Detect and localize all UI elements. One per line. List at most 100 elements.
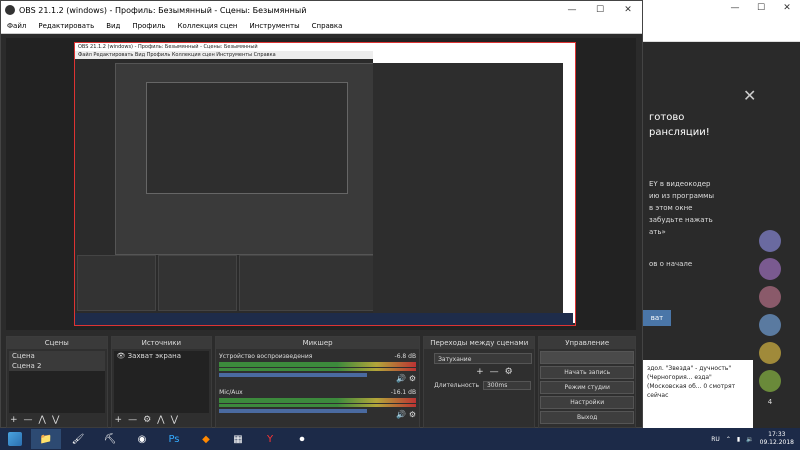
text-line: забудьте нажать: [649, 216, 713, 224]
mixer-dock: Микшер Устройство воспроизведения -6.8 d…: [215, 336, 421, 428]
clock-date: 09.12.2018: [759, 439, 794, 446]
windows-taskbar: 📁 🖌 ⛏ ◉ Ps ◆ ▦ Y ⏺ RU ⌃ ▮ 🔉 17:33 09.12.…: [0, 428, 800, 450]
scene-item[interactable]: Сцена: [9, 351, 105, 361]
menu-scene-collection[interactable]: Коллекция сцен: [172, 22, 244, 30]
obs-logo-icon: [5, 5, 15, 15]
game-icon[interactable]: ▦: [223, 429, 253, 449]
move-down-icon[interactable]: ⋁: [52, 415, 59, 425]
mixer-channel-desktop: Устройство воспроизведения -6.8 dB 🔊 ⚙: [219, 353, 417, 383]
eye-icon[interactable]: 👁: [117, 352, 126, 360]
obs-icon[interactable]: ⏺: [287, 429, 317, 449]
remove-transition-button[interactable]: —: [490, 367, 499, 377]
duration-row: Длительность 300ms: [434, 381, 531, 390]
menu-profile[interactable]: Профиль: [126, 22, 171, 30]
explorer-icon[interactable]: 📁: [31, 429, 61, 449]
speaker-icon[interactable]: 🔊: [396, 374, 406, 383]
avatar[interactable]: [759, 230, 781, 252]
sources-header: Источники: [111, 337, 212, 349]
menu-file[interactable]: Файл: [1, 22, 32, 30]
language-indicator[interactable]: RU: [711, 436, 720, 443]
duration-input[interactable]: 300ms: [482, 381, 531, 390]
gear-icon[interactable]: ⚙: [505, 367, 513, 377]
preview-area[interactable]: OBS 21.1.2 (windows) - Профиль: Безымянн…: [6, 38, 636, 330]
yandex-browser-icon[interactable]: Y: [255, 429, 285, 449]
avatar[interactable]: [759, 286, 781, 308]
speaker-icon[interactable]: 🔊: [396, 410, 406, 419]
volume-slider[interactable]: [219, 373, 367, 377]
screen-capture-source[interactable]: OBS 21.1.2 (windows) - Профиль: Безымянн…: [74, 42, 576, 326]
paint-icon[interactable]: 🖌: [63, 429, 93, 449]
menu-help[interactable]: Справка: [306, 22, 349, 30]
channel-name: Устройство воспроизведения: [219, 353, 313, 360]
start-recording-button[interactable]: Начать запись: [540, 366, 635, 379]
heading-line: готово: [649, 112, 685, 123]
minecraft-icon[interactable]: ⛏: [95, 429, 125, 449]
menu-view[interactable]: Вид: [100, 22, 126, 30]
close-icon[interactable]: ✕: [743, 86, 756, 105]
scenes-list: Сцена Сцена 2: [9, 351, 105, 413]
nested-dock-sources: [157, 255, 237, 311]
channel-db: -6.8 dB: [394, 353, 417, 360]
minimize-button[interactable]: —: [722, 3, 748, 13]
window-title: OBS 21.1.2 (windows) - Профиль: Безымянн…: [19, 5, 307, 15]
avatar[interactable]: [759, 314, 781, 336]
add-scene-button[interactable]: +: [10, 415, 18, 425]
dock-panels: Сцены Сцена Сцена 2 + — ⋀ ⋁ Источники 👁 …: [6, 336, 636, 428]
gear-icon[interactable]: ⚙: [409, 410, 416, 419]
scenes-header: Сцены: [7, 337, 107, 349]
avatar[interactable]: [759, 370, 781, 392]
avatar[interactable]: [759, 342, 781, 364]
gear-icon[interactable]: ⚙: [409, 374, 416, 383]
source-item[interactable]: 👁 Захват экрана: [114, 351, 210, 361]
avatar-list: 4: [756, 230, 784, 406]
menu-edit[interactable]: Редактировать: [32, 22, 100, 30]
heading-line: рансляции!: [649, 127, 710, 138]
transition-toolbar: + — ⚙: [476, 367, 513, 377]
menu-tools[interactable]: Инструменты: [244, 22, 306, 30]
studio-mode-button[interactable]: Режим студии: [540, 381, 635, 394]
maximize-button[interactable]: ☐: [748, 3, 774, 13]
volume-icon[interactable]: 🔉: [746, 436, 753, 443]
photoshop-icon[interactable]: Ps: [159, 429, 189, 449]
volume-slider[interactable]: [219, 409, 367, 413]
move-down-icon[interactable]: ⋁: [171, 415, 178, 425]
network-icon[interactable]: ▮: [737, 436, 740, 443]
add-transition-button[interactable]: +: [476, 367, 484, 377]
maximize-button[interactable]: ☐: [586, 5, 614, 15]
scenes-toolbar: + — ⋀ ⋁: [10, 414, 59, 426]
mixer-channel-mic: Mic/Aux -16.1 dB 🔊 ⚙: [219, 389, 417, 419]
minimize-button[interactable]: —: [558, 5, 586, 15]
app-orange-icon[interactable]: ◆: [191, 429, 221, 449]
source-label: Захват экрана: [127, 352, 181, 360]
avatar[interactable]: [759, 258, 781, 280]
start-button[interactable]: [0, 428, 30, 450]
scene-item[interactable]: Сцена 2: [9, 361, 105, 371]
text-line: ать»: [649, 228, 666, 236]
remove-source-button[interactable]: —: [128, 415, 137, 425]
nested-dock-scenes: [77, 255, 156, 311]
add-source-button[interactable]: +: [115, 415, 123, 425]
avatar-count-badge: 4: [767, 398, 773, 406]
scenes-dock: Сцены Сцена Сцена 2 + — ⋀ ⋁: [6, 336, 108, 428]
controls-header: Управление: [539, 337, 635, 349]
gear-icon[interactable]: ⚙: [143, 415, 151, 425]
stream-button[interactable]: [540, 351, 635, 364]
move-up-icon[interactable]: ⋀: [157, 415, 164, 425]
transition-select[interactable]: Затухание: [434, 353, 533, 364]
app-icon[interactable]: ◉: [127, 429, 157, 449]
close-button[interactable]: ✕: [774, 3, 800, 13]
settings-button[interactable]: Настройки: [540, 396, 635, 409]
controls-dock: Управление Начать запись Режим студии На…: [538, 336, 636, 428]
browser-news-block[interactable]: здол. "Звезда" - дучность" (Черногория..…: [643, 360, 753, 428]
exit-button[interactable]: Выход: [540, 411, 635, 424]
browser-titlebar: — ☐ ✕: [643, 0, 800, 16]
move-up-icon[interactable]: ⋀: [39, 415, 46, 425]
browser-window: — ☐ ✕ ✕ готово рансляции! EY в видеокоде…: [643, 0, 800, 428]
tray-arrow-icon[interactable]: ⌃: [726, 436, 731, 443]
browser-action-button[interactable]: ват: [643, 310, 671, 326]
remove-scene-button[interactable]: —: [24, 415, 33, 425]
volume-meter: [219, 368, 417, 371]
duration-label: Длительность: [434, 382, 479, 389]
close-button[interactable]: ✕: [614, 5, 642, 15]
clock[interactable]: 17:33 09.12.2018: [760, 431, 794, 447]
